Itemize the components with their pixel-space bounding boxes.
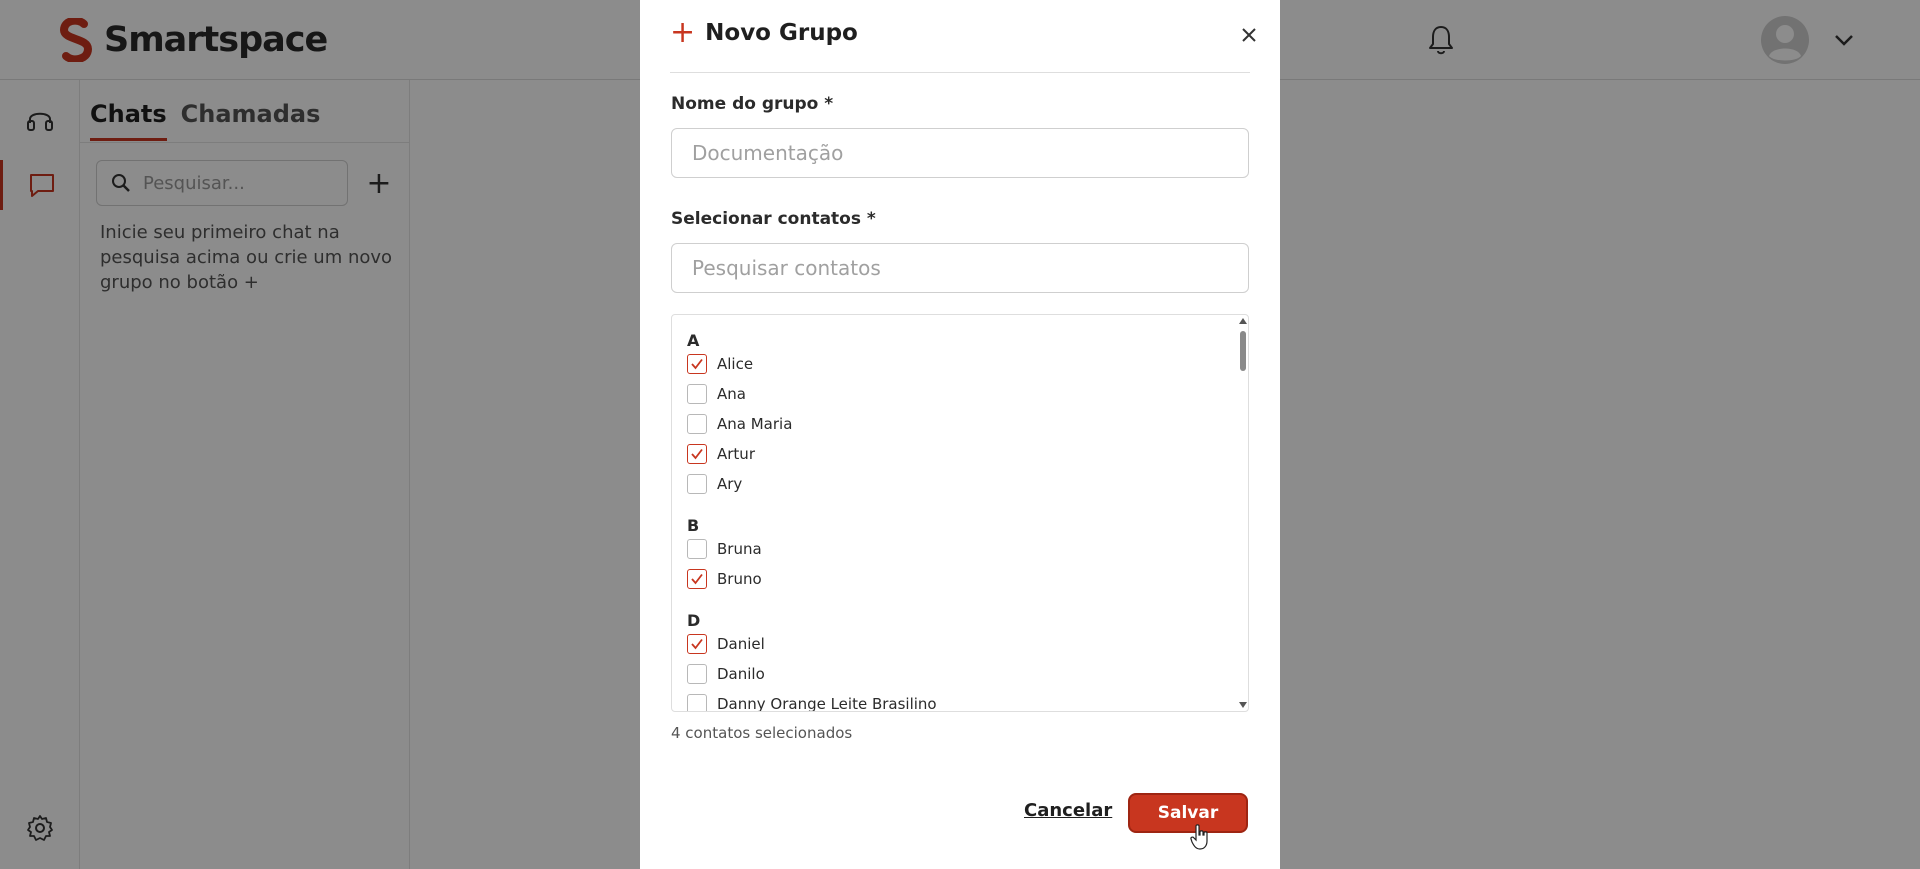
save-button[interactable]: Salvar	[1128, 793, 1248, 833]
contact-row[interactable]: Bruno	[687, 564, 762, 594]
contact-name: Bruno	[717, 570, 762, 588]
group-letter: D	[687, 611, 701, 630]
checkbox[interactable]	[687, 414, 707, 434]
contacts-label: Selecionar contatos *	[671, 209, 876, 229]
modal-title-text: Novo Grupo	[705, 20, 858, 46]
checkbox[interactable]	[687, 384, 707, 404]
contact-name: Ary	[717, 475, 743, 493]
checkbox-checked[interactable]	[687, 444, 707, 464]
contact-name: Ana	[717, 385, 746, 403]
contact-row[interactable]: Bruna	[687, 534, 762, 564]
contact-name: Ana Maria	[717, 415, 793, 433]
scrollbar-thumb[interactable]	[1240, 331, 1246, 371]
contacts-search-input[interactable]	[671, 243, 1249, 293]
selected-count: 4 contatos selecionados	[671, 724, 853, 742]
check-icon	[691, 358, 703, 370]
modal-divider	[670, 72, 1250, 73]
scroll-up-icon[interactable]	[1238, 317, 1248, 325]
contact-name: Danilo	[717, 665, 765, 683]
contact-row[interactable]: Ary	[687, 469, 742, 499]
checkbox[interactable]	[687, 694, 707, 711]
group-letter: B	[687, 516, 700, 535]
contact-row[interactable]: Ana Maria	[687, 409, 792, 439]
checkbox[interactable]	[687, 539, 707, 559]
close-icon[interactable]	[1240, 26, 1258, 44]
contact-name: Bruna	[717, 540, 762, 558]
contact-name: Artur	[717, 445, 755, 463]
plus-icon: +	[670, 15, 696, 50]
new-group-modal: + Novo Grupo Nome do grupo * Selecionar …	[640, 0, 1280, 869]
contact-name: Alice	[717, 355, 754, 373]
check-icon	[691, 638, 703, 650]
check-icon	[691, 573, 703, 585]
checkbox[interactable]	[687, 664, 707, 684]
cancel-button[interactable]: Cancelar	[1024, 800, 1112, 821]
checkbox-checked[interactable]	[687, 634, 707, 654]
scrollbar[interactable]	[1237, 315, 1248, 711]
contact-name: Daniel	[717, 635, 765, 653]
group-name-label: Nome do grupo *	[671, 94, 834, 114]
group-letter: A	[687, 331, 700, 350]
contact-row[interactable]: Danilo	[687, 659, 765, 689]
modal-title: + Novo Grupo	[670, 18, 858, 48]
contacts-list[interactable]: A Alice Ana Ana Maria Artur Ary B Bruna …	[671, 314, 1249, 712]
contact-row[interactable]: Ana	[687, 379, 746, 409]
checkbox[interactable]	[687, 474, 707, 494]
contact-row[interactable]: Artur	[687, 439, 755, 469]
check-icon	[691, 448, 703, 460]
hand-cursor-icon	[1190, 824, 1208, 850]
checkbox-checked[interactable]	[687, 569, 707, 589]
contact-row[interactable]: Alice	[687, 349, 753, 379]
checkbox-checked[interactable]	[687, 354, 707, 374]
contact-row[interactable]: Danny Orange Leite Brasilino	[687, 689, 937, 712]
group-name-input[interactable]	[671, 128, 1249, 178]
scroll-down-icon[interactable]	[1238, 701, 1248, 709]
contact-row[interactable]: Daniel	[687, 629, 765, 659]
contact-name: Danny Orange Leite Brasilino	[717, 695, 937, 712]
